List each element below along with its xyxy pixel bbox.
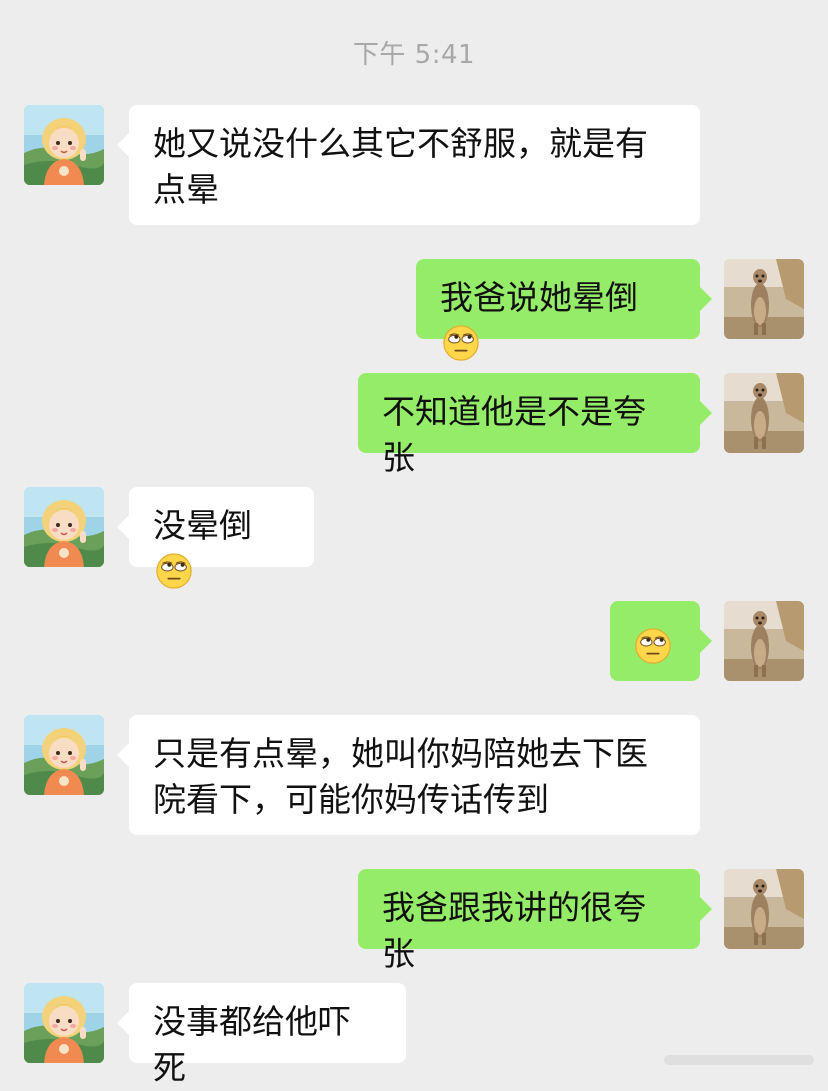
- message-text: 没晕倒: [153, 506, 252, 545]
- meerkat-photo-avatar-icon: [724, 869, 804, 949]
- watermark-icon: [664, 1055, 814, 1065]
- meerkat-photo-avatar-icon: [724, 259, 804, 339]
- sent-message-bubble[interactable]: 我爸说她晕倒: [416, 259, 712, 339]
- eye-roll-emoji-icon: [442, 324, 480, 362]
- self-avatar[interactable]: [724, 601, 804, 681]
- received-message-bubble[interactable]: 没事都给他吓死: [117, 983, 406, 1087]
- received-message-bubble[interactable]: 她又说没什么其它不舒服，就是有点晕: [117, 105, 700, 225]
- message-text: 只是有点晕，她叫你妈陪她去下医院看下，可能你妈传话传到: [153, 734, 648, 819]
- contact-avatar[interactable]: [24, 105, 104, 185]
- self-avatar[interactable]: [724, 869, 804, 949]
- self-avatar[interactable]: [724, 259, 804, 339]
- received-message-bubble[interactable]: 没晕倒: [117, 487, 314, 567]
- message-text: 她又说没什么其它不舒服，就是有点晕: [153, 124, 648, 209]
- message-text: 我爸说她晕倒: [440, 278, 638, 317]
- message-timestamp: 下午 5:41: [352, 40, 476, 70]
- contact-avatar[interactable]: [24, 715, 104, 795]
- sent-message-bubble[interactable]: [610, 601, 712, 681]
- eye-roll-emoji-icon: [155, 552, 193, 590]
- cartoon-girl-avatar-icon: [24, 487, 104, 567]
- contact-avatar[interactable]: [24, 487, 104, 567]
- meerkat-photo-avatar-icon: [724, 601, 804, 681]
- message-text: 没事都给他吓死: [153, 1002, 351, 1087]
- meerkat-photo-avatar-icon: [724, 373, 804, 453]
- self-avatar[interactable]: [724, 373, 804, 453]
- sent-message-bubble[interactable]: 我爸跟我讲的很夸张: [358, 869, 712, 973]
- message-text: 我爸跟我讲的很夸张: [382, 888, 646, 973]
- cartoon-girl-avatar-icon: [24, 983, 104, 1063]
- cartoon-girl-avatar-icon: [24, 715, 104, 795]
- cartoon-girl-avatar-icon: [24, 105, 104, 185]
- contact-avatar[interactable]: [24, 983, 104, 1063]
- message-text: 不知道他是不是夸张: [382, 392, 646, 477]
- eye-roll-emoji-icon: [634, 627, 672, 665]
- sent-message-bubble[interactable]: 不知道他是不是夸张: [358, 373, 712, 477]
- received-message-bubble[interactable]: 只是有点晕，她叫你妈陪她去下医院看下，可能你妈传话传到: [117, 715, 700, 835]
